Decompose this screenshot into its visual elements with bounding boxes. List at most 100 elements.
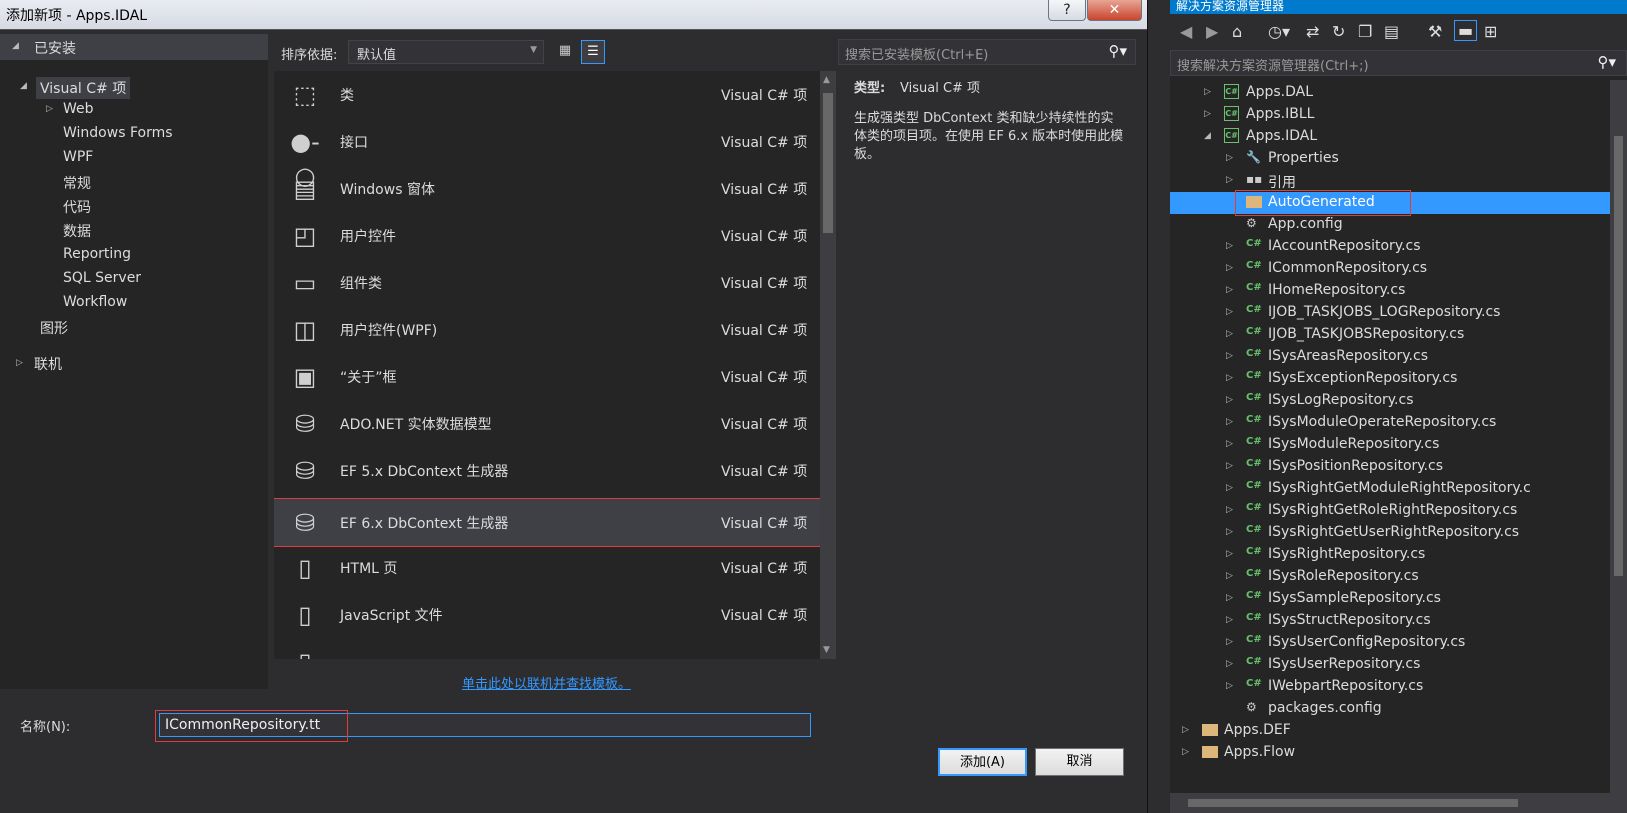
expand-triangle-icon[interactable]: ▷ <box>1226 307 1233 317</box>
template-row-partial[interactable]: ▯ <box>274 638 820 659</box>
expand-triangle-icon[interactable]: ▷ <box>1226 483 1233 493</box>
tree-node[interactable]: ▷ C# ISysAreasRepository.cs <box>1170 346 1610 368</box>
collapse-triangle-icon[interactable]: ◢ <box>12 41 19 51</box>
template-row-user-control[interactable]: ◰ 用户控件 Visual C# 项 <box>274 212 820 259</box>
add-button[interactable]: 添加(A) <box>938 748 1027 776</box>
sync-icon[interactable]: ⇄ <box>1306 22 1319 41</box>
template-row-ef6-generator[interactable]: ⛁ EF 6.x DbContext 生成器 Visual C# 项 <box>274 498 820 547</box>
tree-item-online[interactable]: 联机 <box>34 354 62 374</box>
search-icon[interactable]: ⚲▾ <box>1597 53 1616 71</box>
expand-triangle-icon[interactable]: ▷ <box>1226 175 1233 185</box>
template-row-wpf-control[interactable]: ◫ 用户控件(WPF) Visual C# 项 <box>274 306 820 353</box>
preview-icon[interactable]: ▬ <box>1454 20 1478 41</box>
tree-node[interactable]: ⚙ App.config <box>1170 214 1610 236</box>
expand-triangle-icon[interactable]: ▷ <box>1226 263 1233 273</box>
tree-item-wpf[interactable]: WPF <box>63 149 93 165</box>
tree-node[interactable]: ◢ C# Apps.IDAL <box>1170 126 1610 148</box>
cancel-button[interactable]: 取消 <box>1035 748 1124 776</box>
tree-item-graphics[interactable]: 图形 <box>40 318 68 338</box>
tree-node[interactable]: AutoGenerated <box>1170 192 1610 214</box>
class-diagram-icon[interactable]: ⊞ <box>1484 22 1497 41</box>
scroll-down-icon[interactable]: ▼ <box>823 645 830 655</box>
tree-node[interactable]: ▷ C# IJOB_TASKJOBS_LOGRepository.cs <box>1170 302 1610 324</box>
scroll-up-icon[interactable]: ▲ <box>823 75 830 85</box>
scrollbar-thumb[interactable] <box>823 93 833 233</box>
tree-node[interactable]: ▷ C# Apps.DAL <box>1170 82 1610 104</box>
tree-node[interactable]: ▷ C# ISysModuleOperateRepository.cs <box>1170 412 1610 434</box>
template-row-html-page[interactable]: ▯ HTML 页 Visual C# 项 <box>274 544 820 591</box>
tree-node[interactable]: ▷ C# ISysRightGetRoleRightRepository.cs <box>1170 500 1610 522</box>
tree-item-visual-csharp[interactable]: Visual C# 项 <box>36 77 131 99</box>
close-button[interactable]: ✕ <box>1087 0 1142 21</box>
template-list-scrollbar[interactable]: ▲ ▼ <box>820 71 836 659</box>
expand-triangle-icon[interactable]: ▷ <box>1226 571 1233 581</box>
tree-node[interactable]: ▷ C# ISysSampleRepository.cs <box>1170 588 1610 610</box>
expand-triangle-icon[interactable]: ▷ <box>1226 241 1233 251</box>
tree-item-data[interactable]: 数据 <box>63 221 91 241</box>
collapse-all-icon[interactable]: ❐ <box>1358 22 1372 41</box>
expand-triangle-icon[interactable]: ▷ <box>1226 285 1233 295</box>
home-icon[interactable]: ⌂ <box>1232 22 1242 41</box>
expand-triangle-icon[interactable]: ▷ <box>1182 725 1189 735</box>
expand-triangle-icon[interactable]: ▷ <box>1226 153 1233 163</box>
template-row-ef5-generator[interactable]: ⛁ EF 5.x DbContext 生成器 Visual C# 项 <box>274 447 820 494</box>
expand-triangle-icon[interactable]: ▷ <box>1226 351 1233 361</box>
tree-item-sql-server[interactable]: SQL Server <box>63 270 141 286</box>
tree-node[interactable]: ▷ C# ISysExceptionRepository.cs <box>1170 368 1610 390</box>
sort-dropdown[interactable]: 默认值 ▼ <box>348 40 544 64</box>
solution-horizontal-scrollbar[interactable] <box>1170 793 1610 813</box>
scrollbar-thumb[interactable] <box>1614 136 1623 576</box>
tree-node[interactable]: ▷ C# ICommonRepository.cs <box>1170 258 1610 280</box>
expand-triangle-icon[interactable]: ▷ <box>1226 615 1233 625</box>
tree-node[interactable]: ▷ C# ISysPositionRepository.cs <box>1170 456 1610 478</box>
tree-item-code[interactable]: 代码 <box>63 197 91 217</box>
expand-triangle-icon[interactable]: ▷ <box>1226 373 1233 383</box>
show-all-files-icon[interactable]: ▤ <box>1384 22 1399 41</box>
tree-node[interactable]: ▷ C# ISysUserRepository.cs <box>1170 654 1610 676</box>
expand-triangle-icon[interactable]: ▷ <box>1226 505 1233 515</box>
expand-triangle-icon[interactable]: ▷ <box>1226 681 1233 691</box>
tree-node[interactable]: ▷ C# ISysRightGetModuleRightRepository.c <box>1170 478 1610 500</box>
tree-item-windows-forms[interactable]: Windows Forms <box>63 125 173 141</box>
expand-triangle-icon[interactable]: ▷ <box>1204 109 1211 119</box>
tree-node[interactable]: ▷ C# ISysUserConfigRepository.cs <box>1170 632 1610 654</box>
expand-triangle-icon[interactable]: ▷ <box>1226 593 1233 603</box>
template-row-ado-entity-model[interactable]: ⛁ ADO.NET 实体数据模型 Visual C# 项 <box>274 400 820 447</box>
expand-triangle-icon[interactable]: ▷ <box>1226 461 1233 471</box>
search-icon[interactable]: ⚲▾ <box>1108 42 1127 60</box>
template-search-input[interactable]: 搜索已安装模板(Ctrl+E) ⚲▾ <box>838 39 1136 65</box>
tree-node[interactable]: ⚙ packages.config <box>1170 698 1610 720</box>
expand-triangle-icon[interactable]: ▷ <box>1226 417 1233 427</box>
template-row-component[interactable]: ▭ 组件类 Visual C# 项 <box>274 259 820 306</box>
template-row-windows-form[interactable]: ▤ Windows 窗体 Visual C# 项 <box>274 165 820 212</box>
history-icon[interactable]: ◷▾ <box>1268 22 1290 41</box>
tree-item-workflow[interactable]: Workflow <box>63 294 127 310</box>
tree-node[interactable]: ▷ C# ISysStructRepository.cs <box>1170 610 1610 632</box>
solution-scrollbar[interactable] <box>1610 80 1627 813</box>
template-row-interface[interactable]: ●-○ 接口 Visual C# 项 <box>274 118 820 190</box>
tree-node[interactable]: ▷ C# IHomeRepository.cs <box>1170 280 1610 302</box>
expand-triangle-icon[interactable]: ▷ <box>1226 395 1233 405</box>
tree-node[interactable]: ▷ C# ISysModuleRepository.cs <box>1170 434 1610 456</box>
installed-header[interactable]: ◢ 已安装 <box>0 34 268 60</box>
grid-view-icon[interactable]: ▦ <box>553 40 577 64</box>
list-view-icon[interactable]: ☰ <box>581 40 605 64</box>
expand-triangle-icon[interactable]: ▷ <box>1226 659 1233 669</box>
expand-triangle-icon[interactable]: ▷ <box>1226 329 1233 339</box>
tree-item-general[interactable]: 常规 <box>63 173 91 193</box>
template-row-javascript-file[interactable]: ▯ JavaScript 文件 Visual C# 项 <box>274 591 820 638</box>
online-templates-link[interactable]: 单击此处以联机并查找模板。 <box>462 673 631 692</box>
back-icon[interactable]: ◀ <box>1180 22 1192 41</box>
tree-node[interactable]: ▷ ▪▪ 引用 <box>1170 170 1610 192</box>
tree-node[interactable]: ▷ C# ISysRightGetUserRightRepository.cs <box>1170 522 1610 544</box>
scrollbar-thumb[interactable] <box>1188 799 1518 807</box>
tree-node[interactable]: ▷ C# ISysRightRepository.cs <box>1170 544 1610 566</box>
expand-triangle-icon[interactable]: ▷ <box>1204 87 1211 97</box>
expand-triangle-icon[interactable]: ▷ <box>1226 549 1233 559</box>
help-button[interactable]: ? <box>1048 0 1086 21</box>
expand-triangle-icon[interactable]: ▷ <box>1226 439 1233 449</box>
tree-node[interactable]: ▷ 🔧 Properties <box>1170 148 1610 170</box>
tree-item-reporting[interactable]: Reporting <box>63 246 131 262</box>
expand-triangle-icon[interactable]: ▷ <box>1182 747 1189 757</box>
refresh-icon[interactable]: ↻ <box>1332 22 1345 41</box>
